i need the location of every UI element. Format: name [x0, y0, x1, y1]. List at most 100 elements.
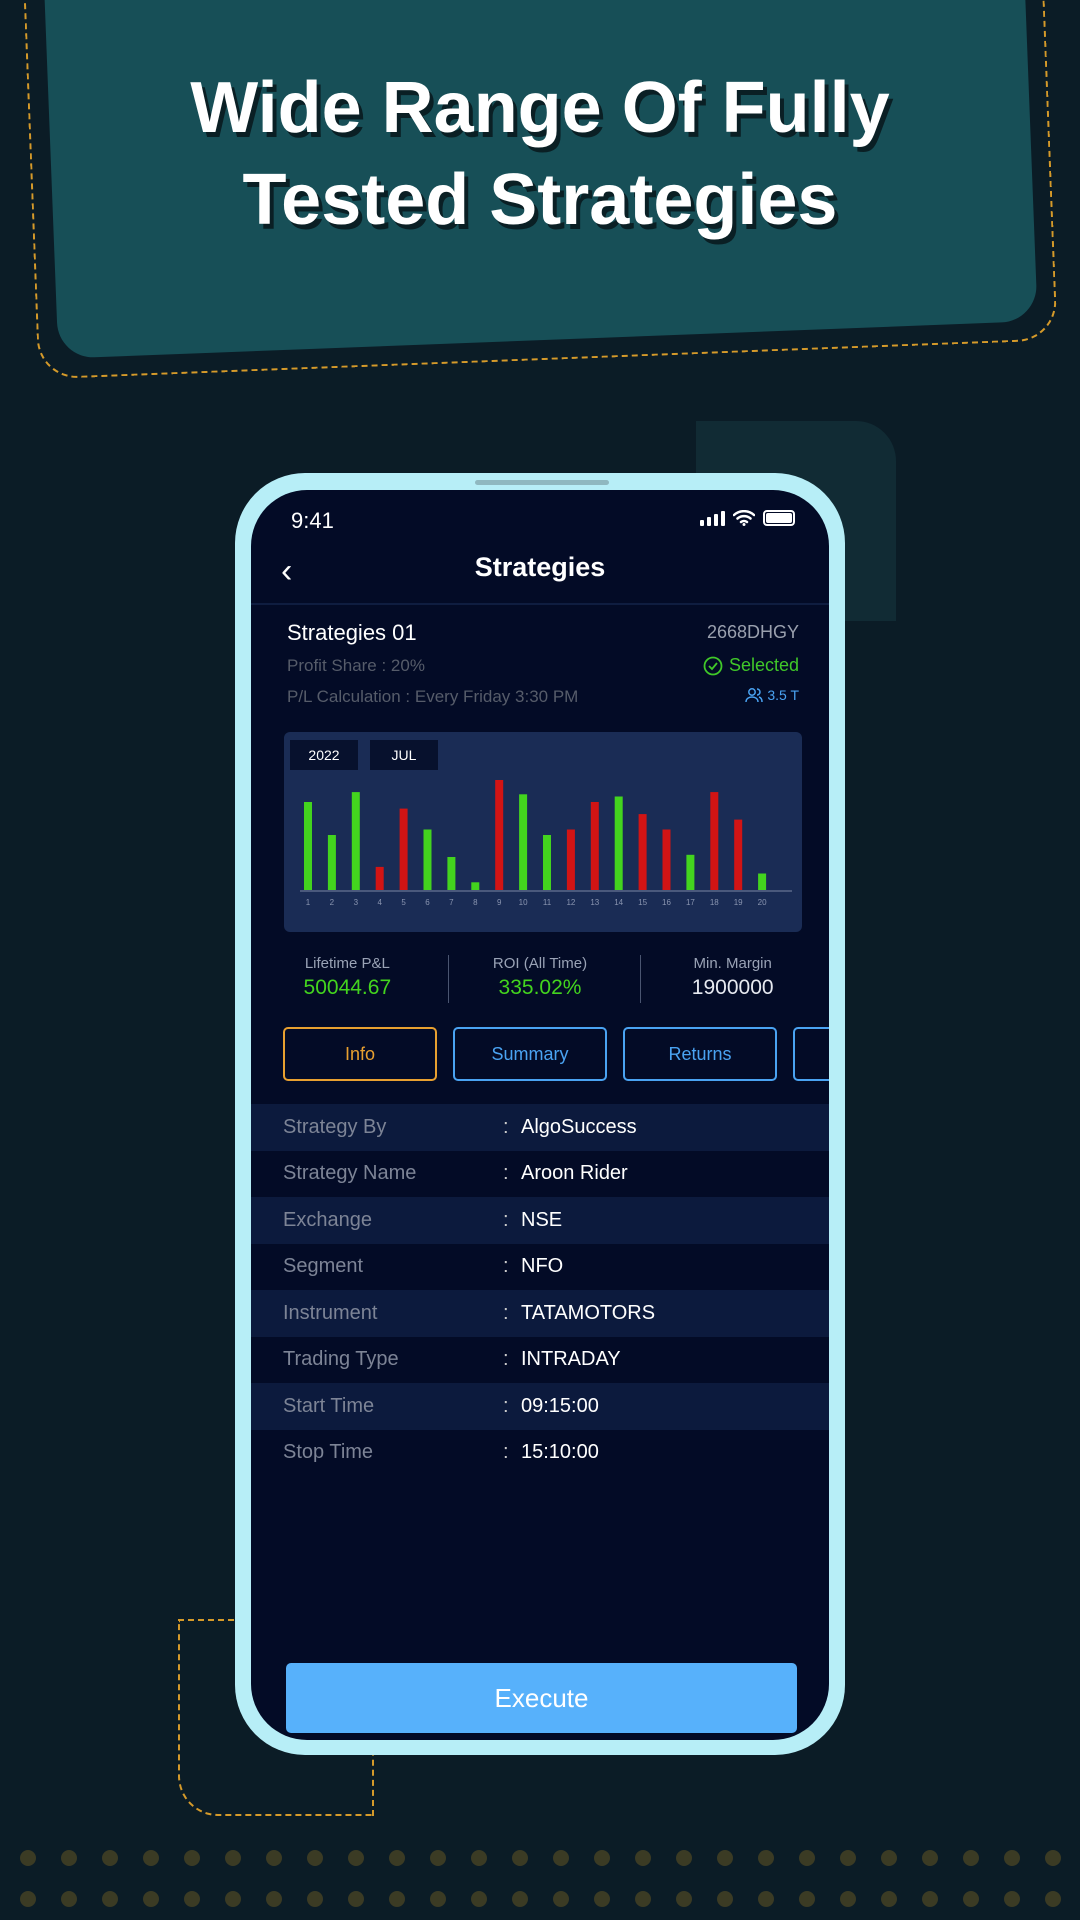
- x-tick-label: 20: [758, 898, 767, 907]
- bar-day-3[interactable]: [351, 792, 360, 890]
- strategy-name: Strategies 01: [287, 620, 417, 645]
- info-value: NFO: [521, 1255, 564, 1278]
- bar-day-17[interactable]: [686, 854, 695, 890]
- execute-button[interactable]: Execute: [286, 1663, 797, 1733]
- tab-bar: Info Summary Returns T: [283, 1027, 829, 1081]
- stats-row: Lifetime P&L 50044.67 ROI (All Time) 335.0…: [251, 955, 829, 1000]
- decorative-dot: [922, 1850, 938, 1866]
- bar-day-5[interactable]: [399, 808, 408, 890]
- signal-icon: [700, 510, 725, 526]
- info-row: Stop Time:15:10:00: [251, 1430, 829, 1477]
- info-label: Trading Type: [283, 1348, 399, 1371]
- selected-label: Selected: [728, 655, 799, 675]
- decorative-dot: [799, 1850, 815, 1866]
- x-tick-label: 12: [566, 898, 575, 907]
- bar-day-12[interactable]: [566, 829, 575, 891]
- stat-value: 50044.67: [303, 976, 392, 999]
- stat-divider: [448, 955, 449, 1003]
- decorative-dot: [61, 1891, 77, 1907]
- x-tick-label: 13: [590, 898, 599, 907]
- info-colon: :: [503, 1348, 509, 1371]
- info-value: 15:10:00: [521, 1441, 599, 1464]
- tab-info[interactable]: Info: [283, 1027, 437, 1081]
- decorative-dot: [758, 1850, 774, 1866]
- decorative-dot: [553, 1891, 569, 1907]
- decorative-dot: [553, 1850, 569, 1866]
- decorative-dot: [307, 1891, 323, 1907]
- bar-day-18[interactable]: [710, 792, 719, 890]
- bar-day-2[interactable]: [327, 835, 336, 890]
- info-row: Segment: NFO: [251, 1244, 829, 1291]
- info-value: TATAMOTORS: [521, 1301, 656, 1324]
- decorative-dot: [184, 1850, 200, 1866]
- strategy-code: 2668DHGY: [706, 622, 799, 642]
- stat-lifetime-pl: Lifetime P&L 50044.67: [251, 955, 444, 1000]
- decorative-dot: [963, 1891, 979, 1907]
- bars-area: 1 2 3 4 5 6 7 8 9 10 11 12 13 14 15 16 17 18 19 20: [300, 780, 792, 907]
- bar-day-14[interactable]: [614, 796, 623, 891]
- x-tick-label: 18: [710, 898, 719, 907]
- stat-label: ROI (All Time): [492, 955, 588, 972]
- bar-day-9[interactable]: [495, 780, 504, 890]
- bar-day-19[interactable]: [734, 819, 743, 890]
- decorative-dot: [266, 1891, 282, 1907]
- x-tick-label: 4: [377, 898, 382, 907]
- decorative-dot: [225, 1850, 241, 1866]
- info-row: Start Time:09:15:00: [251, 1383, 829, 1430]
- info-row: Instrument: TATAMOTORS: [251, 1290, 829, 1337]
- decorative-dot: [266, 1850, 282, 1866]
- bar-day-8[interactable]: [471, 882, 480, 890]
- bar-day-7[interactable]: [447, 857, 456, 890]
- battery-icon: [763, 510, 795, 526]
- bar-day-4[interactable]: [375, 866, 384, 890]
- decorative-dot: [102, 1850, 118, 1866]
- bar-day-13[interactable]: [590, 802, 599, 890]
- headline: Wide Range Of Fully Tested Strategies: [0, 62, 1080, 246]
- bar-day-11[interactable]: [543, 835, 551, 890]
- decorative-dot: [840, 1891, 856, 1907]
- bar-day-1[interactable]: [304, 802, 312, 890]
- info-label: Strategy By: [283, 1115, 387, 1138]
- check-circle-icon: [703, 656, 723, 675]
- tab-more[interactable]: T: [793, 1027, 829, 1081]
- x-tick-label: 8: [473, 898, 478, 907]
- info-label: Strategy Name: [283, 1162, 417, 1185]
- decorative-dot: [348, 1891, 364, 1907]
- info-value: INTRADAY: [521, 1348, 621, 1371]
- decorative-dot: [1004, 1891, 1020, 1907]
- x-tick-label: 10: [519, 898, 528, 907]
- bar-day-6[interactable]: [423, 829, 432, 891]
- decorative-dot: [1045, 1891, 1061, 1907]
- tab-summary[interactable]: Summary: [453, 1027, 607, 1081]
- decorative-dot: [184, 1891, 200, 1907]
- status-time: 9:41: [291, 508, 334, 533]
- decorative-dot: [512, 1850, 528, 1866]
- decorative-dot: [717, 1850, 733, 1866]
- decorative-dot: [635, 1891, 651, 1907]
- dot-row: [20, 1850, 1080, 1866]
- decorative-dot: [430, 1891, 446, 1907]
- bar-day-20[interactable]: [758, 873, 767, 891]
- decorative-dot: [225, 1891, 241, 1907]
- decorative-dot: [676, 1850, 692, 1866]
- decorative-dot: [389, 1891, 405, 1907]
- bar-day-16[interactable]: [662, 829, 671, 891]
- decorative-dot: [922, 1891, 938, 1907]
- info-colon: :: [503, 1208, 509, 1231]
- bar-day-15[interactable]: [638, 814, 647, 890]
- x-tick-label: 5: [401, 898, 406, 907]
- dot-row: [20, 1891, 1080, 1907]
- bar-day-10[interactable]: [519, 794, 528, 890]
- x-tick-label: 16: [662, 898, 671, 907]
- stat-divider: [640, 955, 641, 1003]
- profit-share: Profit Share : 20%: [287, 656, 425, 675]
- stat-label: Min. Margin: [693, 955, 772, 972]
- stat-roi: ROI (All Time) 335.02%: [444, 955, 637, 1000]
- x-tick-label: 9: [497, 898, 502, 907]
- tab-returns[interactable]: Returns: [623, 1027, 777, 1081]
- info-colon: :: [503, 1255, 509, 1278]
- decorative-dot: [143, 1891, 159, 1907]
- x-tick-label: 1: [306, 898, 311, 907]
- stat-min-margin: Min. Margin 1900000: [636, 955, 829, 1000]
- info-label: Segment: [283, 1255, 364, 1278]
